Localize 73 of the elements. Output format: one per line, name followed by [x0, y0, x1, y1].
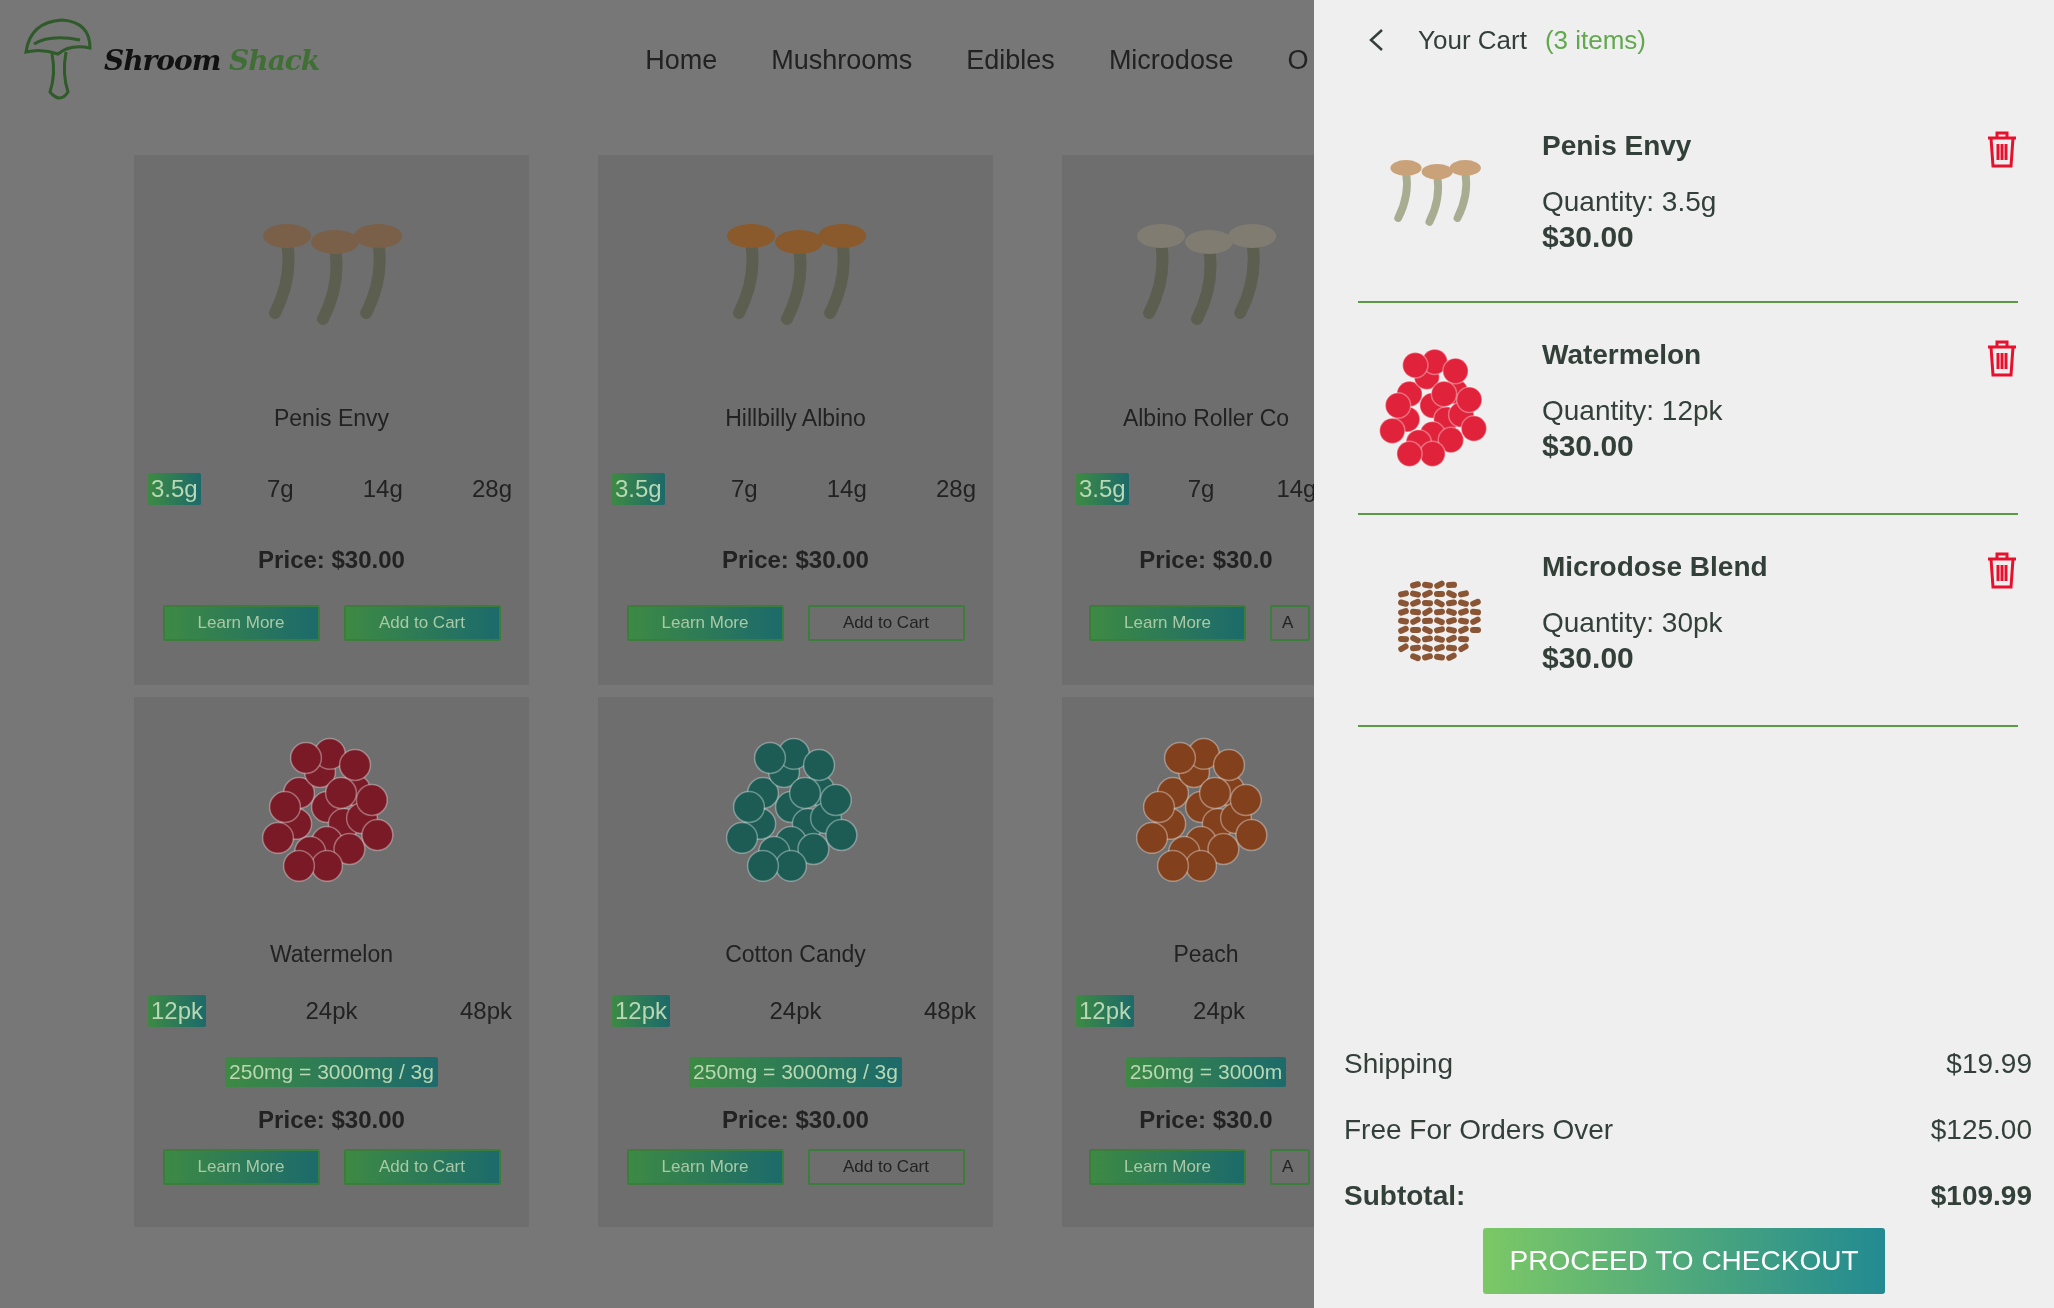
product-price: Price: $30.0: [1139, 545, 1273, 575]
dosage-tag: 250mg = 3000mg / 3g: [689, 1057, 902, 1087]
nav-link[interactable]: Mushrooms: [771, 44, 913, 76]
learn-more-button[interactable]: Learn More: [1089, 605, 1246, 641]
item-price: $30.00: [1542, 641, 1635, 675]
summary-value: $19.99: [1946, 1047, 2032, 1081]
size-option[interactable]: 48pk: [920, 995, 979, 1027]
item-name: Watermelon: [1542, 339, 1703, 371]
product-name: Penis Envy: [273, 404, 390, 433]
item-price: $30.00: [1542, 220, 1635, 254]
size-option[interactable]: 24pk: [302, 995, 361, 1027]
size-option[interactable]: 7g: [1184, 473, 1218, 505]
size-option[interactable]: 14g: [359, 473, 406, 505]
size-option[interactable]: 24pk: [766, 995, 825, 1027]
product-price: Price: $30.00: [722, 545, 869, 575]
product-name: Watermelon: [269, 940, 394, 969]
size-option[interactable]: 28g: [468, 473, 515, 505]
nav-link[interactable]: Home: [645, 44, 718, 76]
size-option[interactable]: 3.5g: [148, 473, 201, 505]
item-count: (3 items): [1544, 24, 1646, 56]
dosage-tag: 250mg = 3000mg / 3g: [225, 1057, 438, 1087]
item-quantity: Quantity: 30pk: [1542, 607, 1724, 639]
summary-label: Shipping: [1344, 1047, 1453, 1081]
size-option[interactable]: 28g: [932, 473, 979, 505]
add-to-cart-button[interactable]: A: [1270, 605, 1310, 641]
product-price: Price: $30.00: [258, 545, 405, 575]
item-name: Microdose Blend: [1542, 551, 1769, 583]
learn-more-button[interactable]: Learn More: [626, 1149, 784, 1185]
size-option[interactable]: 3.5g: [612, 473, 665, 505]
size-option[interactable]: 12pk: [148, 995, 207, 1027]
summary-value: $125.00: [1930, 1113, 2032, 1147]
product-price: Price: $30.00: [258, 1105, 405, 1135]
trash-icon[interactable]: [1986, 551, 2018, 589]
learn-more-button[interactable]: Learn More: [626, 605, 784, 641]
summary-label: Free For Orders Over: [1344, 1113, 1614, 1147]
product-price: Price: $30.0: [1139, 1105, 1273, 1135]
trash-icon[interactable]: [1986, 339, 2018, 377]
product-name: Peach: [1173, 940, 1239, 969]
size-option[interactable]: 48pk: [456, 995, 515, 1027]
item-name: Penis Envy: [1542, 130, 1693, 162]
trash-icon[interactable]: [1986, 130, 2018, 168]
product-price: Price: $30.00: [722, 1105, 869, 1135]
size-option[interactable]: 14g: [823, 473, 870, 505]
logo-text: Shroom Shack: [104, 43, 320, 77]
item-quantity: Quantity: 3.5g: [1542, 186, 1718, 218]
dosage-tag: 250mg = 3000m: [1125, 1057, 1287, 1087]
item-quantity: Quantity: 12pk: [1542, 395, 1724, 427]
product-name: Albino Roller Co: [1122, 404, 1290, 433]
size-option[interactable]: 3.5g: [1076, 473, 1129, 505]
size-option[interactable]: 7g: [263, 473, 297, 505]
product-name: Cotton Candy: [725, 940, 866, 969]
nav-link[interactable]: O: [1287, 44, 1309, 76]
learn-more-button[interactable]: Learn More: [1089, 1149, 1246, 1185]
add-to-cart-button[interactable]: A: [1270, 1149, 1310, 1185]
summary-label: Subtotal:: [1344, 1179, 1466, 1213]
size-option[interactable]: 12pk: [1076, 995, 1135, 1027]
checkout-button[interactable]: PROCEED TO CHECKOUT: [1483, 1228, 1885, 1294]
learn-more-button[interactable]: Learn More: [162, 605, 320, 641]
learn-more-button[interactable]: Learn More: [162, 1149, 320, 1185]
add-to-cart-button[interactable]: Add to Cart: [807, 1149, 965, 1185]
add-to-cart-button[interactable]: Add to Cart: [807, 605, 965, 641]
item-price: $30.00: [1542, 429, 1635, 463]
add-to-cart-button[interactable]: Add to Cart: [343, 605, 501, 641]
size-option[interactable]: 14g: [1273, 473, 1314, 505]
nav-link[interactable]: Edibles: [966, 44, 1055, 76]
cart-title: Your Cart: [1418, 24, 1527, 56]
product-name: Hillbilly Albino: [725, 404, 866, 433]
size-option[interactable]: 12pk: [612, 995, 671, 1027]
size-option[interactable]: 24pk: [1190, 995, 1249, 1027]
nav-link[interactable]: Microdose: [1108, 44, 1234, 76]
add-to-cart-button[interactable]: Add to Cart: [343, 1149, 501, 1185]
size-option[interactable]: 7g: [727, 473, 761, 505]
summary-value: $109.99: [1930, 1179, 2032, 1213]
